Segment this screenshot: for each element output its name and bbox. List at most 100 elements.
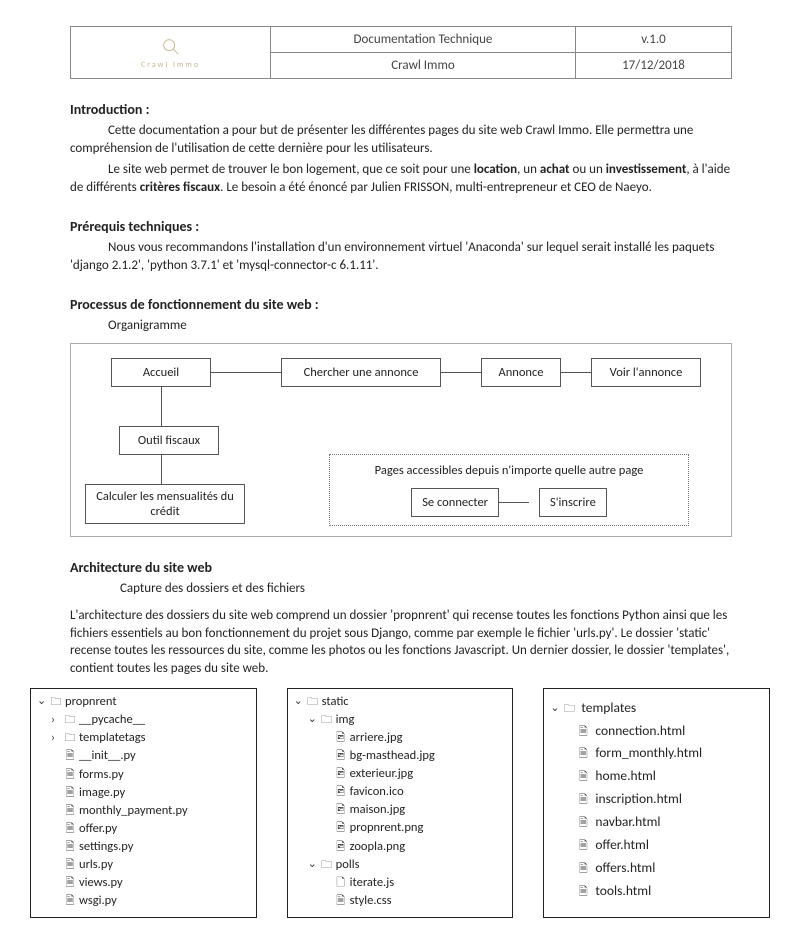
folder-label: polls <box>336 857 360 872</box>
file-icon: 🗎 <box>63 785 77 801</box>
file-label: offers.html <box>595 859 655 876</box>
file-icon: 🗋 <box>334 875 348 891</box>
flow-connect: Se connecter <box>411 488 499 517</box>
folder-label: img <box>336 712 355 727</box>
header-date: 17/12/2018 <box>575 53 731 79</box>
file-label: arriere.jpg <box>350 730 403 745</box>
file-label: offer.html <box>595 836 649 853</box>
image-icon: 🖻 <box>334 839 348 855</box>
folder-icon: 🗀 <box>63 712 77 728</box>
header-version: v.1.0 <box>575 27 731 53</box>
flow-outil: Outil fiscaux <box>119 426 219 455</box>
file-icon: 🗎 <box>63 803 77 819</box>
folder-label: static <box>322 694 349 709</box>
text: Le site web permet de trouver le bon log… <box>108 162 474 177</box>
folder-icon: 🗀 <box>320 712 334 728</box>
file-label: settings.py <box>79 839 133 854</box>
file-label: bg-masthead.jpg <box>350 748 435 763</box>
heading-introduction: Introduction : <box>70 101 732 118</box>
file-label: favicon.ico <box>350 784 404 799</box>
file-label: offer.py <box>79 821 117 836</box>
flow-inscrire: S'inscrire <box>539 488 607 517</box>
flow-voir: Voir l'annonce <box>591 358 701 387</box>
architecture-sub: Capture des dossiers et des fichiers <box>70 580 732 598</box>
file-icon: 🗎 <box>576 837 590 856</box>
text: ou un <box>570 162 606 177</box>
image-icon: 🖻 <box>334 802 348 818</box>
folder-icon: 🗀 <box>63 730 77 746</box>
flow-line <box>161 454 162 484</box>
file-label: views.py <box>79 875 123 890</box>
logo-caption: Crawl Immo <box>141 60 200 70</box>
file-label: urls.py <box>79 857 113 872</box>
image-icon: 🖻 <box>334 784 348 800</box>
file-icon: 🗎 <box>63 875 77 891</box>
flow-chercher: Chercher une annonce <box>281 358 441 387</box>
magnifier-icon <box>160 36 182 58</box>
image-icon: 🖻 <box>334 766 348 782</box>
flow-line <box>441 372 481 373</box>
intro-paragraph-2: Le site web permet de trouver le bon log… <box>70 161 732 196</box>
file-label: home.html <box>595 767 656 784</box>
text: . Le besoin a été énoncé par Julien FRIS… <box>220 180 652 195</box>
flow-calc: Calculer les mensualités du crédit <box>85 484 245 524</box>
file-label: form_monthly.html <box>595 744 702 761</box>
file-label: maison.jpg <box>350 802 406 817</box>
file-label: style.css <box>350 893 392 908</box>
bold-investissement: investissement <box>606 162 687 177</box>
processus-sub: Organigramme <box>70 317 732 335</box>
folder-label: templatetags <box>79 730 146 745</box>
tree-static: 🗀static 🗀img 🖻arriere.jpg 🖻bg-masthead.j… <box>287 688 514 918</box>
heading-architecture: Architecture du site web <box>70 559 732 576</box>
flowchart: Accueil Chercher une annonce Annonce Voi… <box>70 343 732 537</box>
file-icon: 🗎 <box>576 745 590 764</box>
file-label: zoopla.png <box>350 839 405 854</box>
file-label: monthly_payment.py <box>79 803 188 818</box>
flow-line <box>499 502 529 503</box>
flow-line <box>211 372 281 373</box>
header-subtitle: Crawl Immo <box>271 53 576 79</box>
file-label: tools.html <box>595 882 651 899</box>
file-icon: 🗎 <box>576 723 590 742</box>
flow-pages-title: Pages accessibles depuis n'importe quell… <box>340 463 678 478</box>
file-icon: 🗎 <box>63 839 77 855</box>
prerequis-paragraph: Nous vous recommandons l'installation d'… <box>70 239 732 274</box>
heading-prerequis: Prérequis techniques : <box>70 218 732 235</box>
file-label: inscription.html <box>595 790 682 807</box>
file-label: navbar.html <box>595 813 660 830</box>
image-icon: 🖻 <box>334 748 348 764</box>
folder-icon: 🗀 <box>49 694 63 710</box>
file-label: iterate.js <box>350 875 394 890</box>
file-label: image.py <box>79 785 125 800</box>
file-icon: 🗎 <box>576 883 590 902</box>
file-label: __init__.py <box>79 748 136 763</box>
header-logo-cell: Crawl Immo <box>71 27 271 79</box>
header-table: Crawl Immo Documentation Technique v.1.0… <box>70 26 732 79</box>
file-label: connection.html <box>595 722 685 739</box>
file-icon: 🗎 <box>576 814 590 833</box>
file-label: forms.py <box>79 767 124 782</box>
header-doc-title: Documentation Technique <box>271 27 576 53</box>
folder-label: propnrent <box>65 694 117 709</box>
heading-processus: Processus de fonctionnement du site web … <box>70 296 732 313</box>
flow-accueil: Accueil <box>111 358 211 387</box>
image-icon: 🖻 <box>334 730 348 746</box>
file-icon: 🗎 <box>576 860 590 879</box>
file-icon: 🗎 <box>63 821 77 837</box>
tree-propnrent: 🗀propnrent 🗀__pycache__ 🗀templatetags 🗎_… <box>30 688 257 918</box>
flow-dotted-group: Pages accessibles depuis n'importe quell… <box>329 454 689 526</box>
file-label: wsgi.py <box>79 893 117 908</box>
folder-icon: 🗀 <box>306 694 320 710</box>
file-icon: 🗎 <box>334 893 348 909</box>
file-icon: 🗎 <box>63 748 77 764</box>
file-label: exterieur.jpg <box>350 766 413 781</box>
text: , un <box>517 162 540 177</box>
tree-templates: 🗀 templates 🗎 connection.html 🗎 form_mon… <box>543 688 770 918</box>
folder-label: templates <box>581 699 636 716</box>
folder-label: __pycache__ <box>79 712 145 727</box>
file-icon: 🗎 <box>576 768 590 787</box>
file-icon: 🗎 <box>576 791 590 810</box>
folder-icon: 🗀 <box>562 700 576 719</box>
flow-line <box>161 386 162 426</box>
image-icon: 🖻 <box>334 820 348 836</box>
